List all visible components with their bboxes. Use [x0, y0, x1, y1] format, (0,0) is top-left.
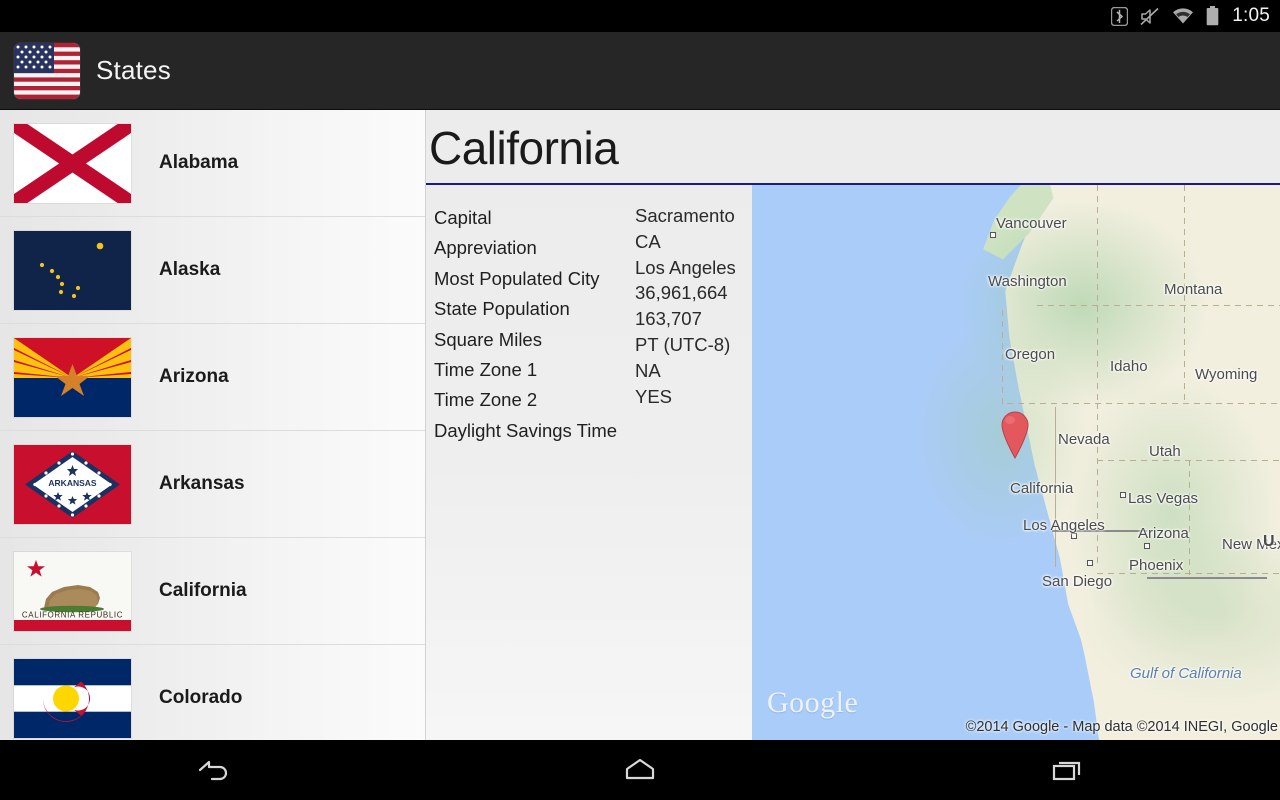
fact-label: Time Zone 2	[434, 389, 538, 411]
android-screen: 1:05 States Alabama Alaska Arizona ARKAN…	[0, 0, 1280, 800]
alaska-flag-icon	[14, 230, 131, 310]
map-city-dot	[1120, 492, 1126, 498]
google-watermark: Google	[767, 686, 859, 719]
arizona-flag-icon	[14, 337, 131, 417]
fact-label: Appreviation	[434, 237, 537, 259]
map-city-dot	[1144, 543, 1150, 549]
fact-label: Square Miles	[434, 328, 542, 350]
fact-value: YES	[635, 385, 673, 407]
list-item[interactable]: Alaska	[0, 217, 425, 324]
fact-value: 36,961,664	[635, 282, 728, 304]
recents-icon[interactable]	[1007, 740, 1127, 800]
state-facts-table: Capital Appreviation Most Populated City…	[426, 185, 752, 740]
map-state-borders	[752, 185, 1280, 740]
page-title: California	[429, 122, 619, 174]
navigation-bar	[0, 740, 1280, 800]
list-item[interactable]: Colorado	[0, 645, 425, 740]
map-label: Wyoming	[1195, 366, 1258, 383]
list-item-label: Arizona	[159, 366, 229, 387]
list-item[interactable]: ARKANSAS Arkansas	[0, 431, 425, 538]
home-icon[interactable]	[580, 740, 700, 800]
map-attribution: ©2014 Google - Map data ©2014 INEGI, Goo…	[965, 719, 1278, 735]
list-item-selected[interactable]: CALIFORNIA REPUBLIC California	[0, 538, 425, 645]
map-label: San Diego	[1042, 573, 1113, 590]
list-item[interactable]: Alabama	[0, 110, 425, 217]
list-item-label: Colorado	[159, 687, 243, 708]
arkansas-flag-icon: ARKANSAS	[14, 444, 131, 524]
map-city-dot	[1087, 560, 1093, 566]
fact-label-column: Capital Appreviation Most Populated City…	[434, 203, 617, 446]
map-label: Idaho	[1110, 358, 1148, 375]
map-label-water: Gulf of California	[1130, 665, 1242, 682]
map-city-dot	[990, 232, 996, 238]
back-icon[interactable]	[153, 740, 273, 800]
map-label: Nevada	[1058, 431, 1110, 448]
fact-value: 163,707	[635, 308, 702, 330]
fact-label: Most Populated City	[434, 267, 600, 289]
map-label: Washington	[988, 273, 1067, 290]
us-flag-icon[interactable]	[14, 42, 80, 99]
volume-mute-icon	[1140, 7, 1159, 25]
state-detail-pane: California Capital Appreviation Most Pop…	[426, 110, 1280, 740]
fact-value: PT (UTC-8)	[635, 333, 731, 355]
fact-label: Time Zone 1	[434, 359, 538, 381]
california-flag-text: CALIFORNIA REPUBLIC	[22, 610, 123, 619]
status-bar: 1:05	[0, 0, 1280, 32]
battery-icon	[1206, 6, 1219, 26]
state-list[interactable]: Alabama Alaska Arizona ARKANSAS Arkansas…	[0, 110, 426, 740]
map-label: Los Angeles	[1023, 517, 1105, 534]
map-label: California	[1010, 480, 1074, 497]
map-label: Oregon	[1005, 346, 1056, 363]
app-title: States	[96, 55, 171, 85]
status-clock: 1:05	[1232, 5, 1270, 26]
fact-value: CA	[635, 230, 661, 252]
list-item-label: Alabama	[159, 152, 239, 173]
fact-value: NA	[635, 359, 661, 381]
list-item-label: Arkansas	[159, 473, 245, 494]
map-label: Phoenix	[1129, 557, 1184, 574]
map-label: Arizona	[1138, 525, 1189, 542]
list-item[interactable]: Arizona	[0, 324, 425, 431]
map-label: Montana	[1164, 281, 1223, 298]
main-content: Alabama Alaska Arizona ARKANSAS Arkansas…	[0, 110, 1280, 740]
bluetooth-icon	[1111, 6, 1129, 26]
alabama-flag-icon	[14, 123, 131, 203]
status-icon-group	[1111, 6, 1219, 26]
list-item-label: Alaska	[159, 259, 221, 280]
map-label: Las Vegas	[1128, 490, 1199, 507]
fact-value: Sacramento	[635, 205, 735, 226]
colorado-flag-icon	[14, 658, 131, 738]
map-label: U	[1263, 533, 1275, 550]
list-item-label: California	[159, 580, 247, 601]
fact-label: Capital	[434, 207, 492, 228]
detail-body: Capital Appreviation Most Populated City…	[426, 185, 1280, 740]
california-flag-icon: CALIFORNIA REPUBLIC	[14, 551, 131, 631]
map-view[interactable]: Vancouver Washington Montana Oregon Idah…	[752, 185, 1280, 740]
fact-value: Los Angeles	[635, 256, 736, 278]
fact-label: Daylight Savings Time	[434, 419, 618, 441]
arkansas-flag-text: ARKANSAS	[48, 478, 97, 488]
fact-label: State Population	[434, 298, 570, 320]
action-bar: States	[0, 32, 1280, 110]
map-label: Vancouver	[996, 215, 1067, 232]
location-pin-icon[interactable]	[997, 407, 1033, 459]
fact-value-column: Sacramento CA Los Angeles 36,961,664 163…	[635, 203, 736, 409]
map-label: Utah	[1149, 443, 1181, 460]
wifi-icon	[1173, 7, 1194, 24]
